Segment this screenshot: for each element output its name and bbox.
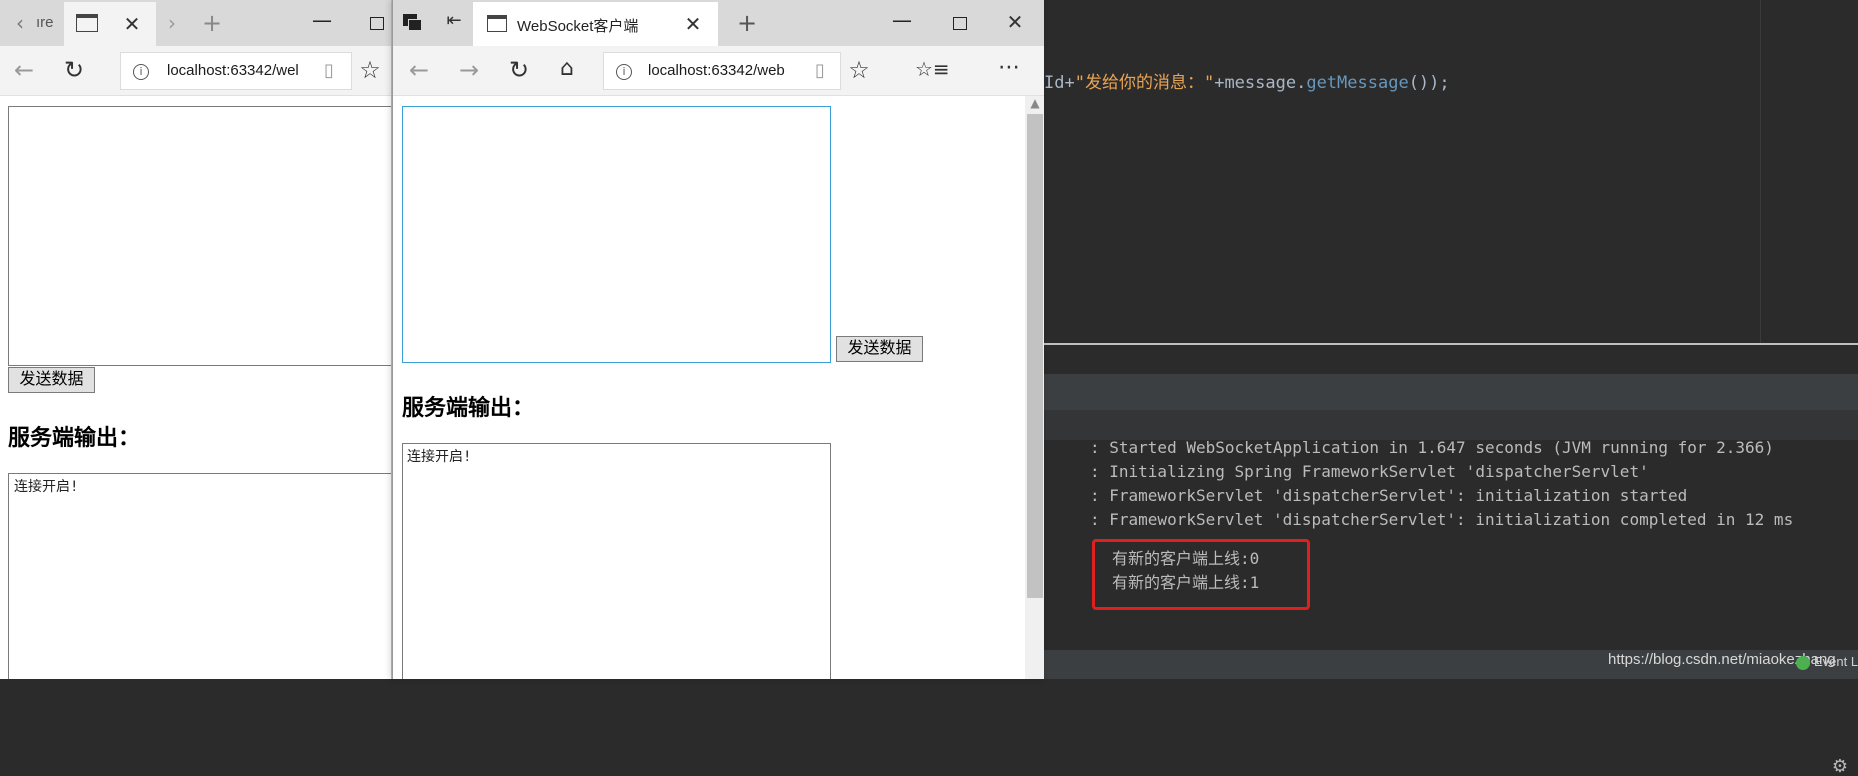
address-text[interactable]: localhost:63342/wel [167,62,307,79]
home-icon[interactable]: ⌂ [553,56,581,81]
code-method: getMessage [1306,73,1409,93]
send-data-button[interactable]: 发送数据 [836,336,923,362]
tab-scroll-right-icon[interactable]: › [162,11,182,35]
gear-icon[interactable]: ⚙ [1830,756,1850,776]
maximize-icon[interactable] [953,17,967,30]
more-options-icon[interactable]: ⋯ [995,55,1023,80]
scrollbar-thumb[interactable] [1027,114,1043,598]
ide-window: Id+"发给你的消息："+message.getMessage()); ⚙ : … [1040,0,1858,776]
console-line-highlight: 有新的客户端上线:1 [1112,573,1260,592]
tab-active[interactable]: ✕ [64,2,156,46]
output-heading: 服务端输出： [8,425,141,450]
panel-divider[interactable] [1040,343,1858,345]
tab-partial[interactable]: ıre [32,2,62,46]
send-data-button[interactable]: 发送数据 [8,367,95,393]
page-scrollbar[interactable]: ▲ [1025,96,1044,679]
code-line: Id+"发给你的消息："+message.getMessage()); [1044,68,1450,93]
tab-active[interactable]: WebSocket客户端 ✕ [473,2,718,46]
code-prefix: Id+ [1044,73,1075,93]
new-tab-icon[interactable]: + [200,9,224,37]
back-arrow-icon[interactable]: ← [405,56,433,84]
console-line: : FrameworkServlet 'dispatcherServlet': … [1090,486,1688,505]
tab-strip: ⇤ WebSocket客户端 ✕ + — ✕ [393,0,1044,46]
event-log-label[interactable]: Event L [1814,654,1858,669]
address-text[interactable]: localhost:63342/web [648,62,796,79]
output-text: 连接开启! [407,449,472,465]
refresh-icon[interactable]: ↻ [60,56,88,84]
message-textarea[interactable] [8,106,391,366]
page-icon [76,14,98,32]
address-bar[interactable]: i localhost:63342/wel ▯ [120,52,352,90]
console-line: : Initializing Spring FrameworkServlet '… [1090,462,1649,481]
console-line: : Started WebSocketApplication in 1.647 … [1090,438,1774,457]
close-tab-icon[interactable]: ✕ [681,12,705,36]
back-arrow-icon[interactable]: ← [10,56,38,84]
tab-scroll-left-icon[interactable]: ‹ [10,11,30,35]
browser-window-back: ‹ ıre ✕ › + — ← ↻ i localhost:63342/wel … [0,0,392,679]
code-middle: +message. [1214,73,1307,93]
status-bar: https://blog.csdn.net/miaokezhang Event … [1040,650,1858,679]
tab-title: ıre [36,14,54,31]
editor-margin-line [1760,0,1761,343]
minimize-icon[interactable]: — [310,8,334,32]
minimize-icon[interactable]: — [890,8,914,32]
console-line: : FrameworkServlet 'dispatcherServlet': … [1090,510,1794,529]
page-icon [487,15,507,32]
code-editor[interactable]: Id+"发给你的消息："+message.getMessage()); [1040,0,1858,343]
run-panel-toolbar: ⚙ [1040,374,1858,776]
reading-view-icon[interactable]: ▯ [808,60,832,81]
info-icon[interactable]: i [133,64,149,80]
output-text: 连接开启! [14,479,79,495]
tab-title: WebSocket客户端 [517,18,639,35]
output-textarea[interactable]: 连接开启! [8,473,391,679]
page-content: 发送数据 服务端输出： 连接开启! [0,96,391,679]
code-suffix: ()); [1408,73,1450,93]
scroll-up-icon[interactable]: ▲ [1027,96,1043,110]
info-icon[interactable]: i [616,64,632,80]
run-panel-subbar [1040,410,1858,440]
output-heading: 服务端输出： [402,395,535,420]
close-window-icon[interactable]: ✕ [1003,10,1027,34]
favorite-star-icon[interactable]: ☆ [845,56,873,84]
output-textarea[interactable]: 连接开启! [402,443,831,679]
page-content: 发送数据 服务端输出： 连接开启! ▲ [393,96,1044,679]
code-string: "发给你的消息：" [1074,73,1215,93]
favorite-star-icon[interactable]: ☆ [356,56,384,84]
address-bar[interactable]: i localhost:63342/web ▯ [603,52,841,90]
set-aside-tabs-icon[interactable]: ⇤ [441,10,467,31]
favorites-hub-icon[interactable]: ☆≡ [915,57,950,81]
browser-window-front: ⇤ WebSocket客户端 ✕ + — ✕ ← → ↻ ⌂ i localho… [392,0,1044,679]
forward-arrow-icon[interactable]: → [455,56,483,84]
console-line-highlight: 有新的客户端上线:0 [1112,549,1260,568]
new-tab-icon[interactable]: + [735,9,759,37]
refresh-icon[interactable]: ↻ [505,56,533,84]
tab-preview-icon[interactable] [403,14,423,32]
maximize-icon[interactable] [370,17,384,30]
tab-strip: ‹ ıre ✕ › + — [0,0,391,46]
console-output: : Started WebSocketApplication in 1.647 … [1040,438,1858,650]
close-tab-icon[interactable]: ✕ [120,12,144,36]
event-log-icon[interactable] [1796,656,1810,670]
message-textarea[interactable] [402,106,831,363]
reading-view-icon[interactable]: ▯ [317,60,341,81]
